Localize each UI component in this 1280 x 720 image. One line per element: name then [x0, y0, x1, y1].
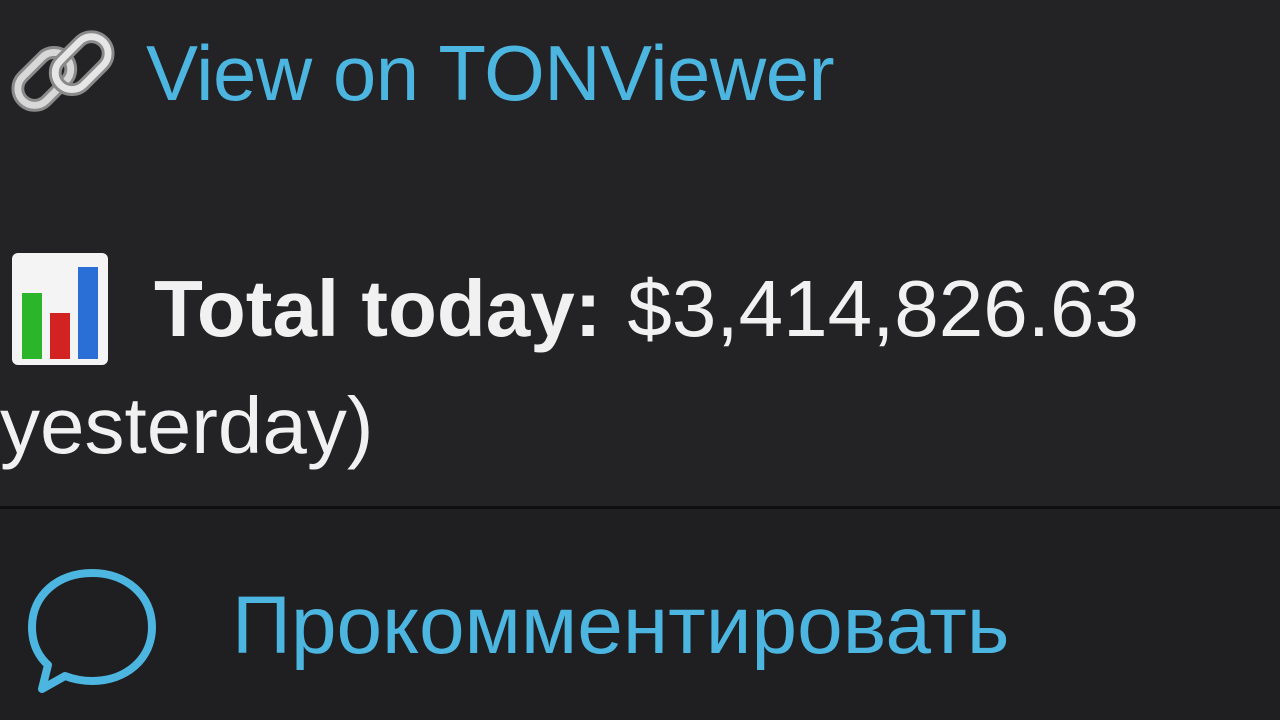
total-today-label: Total today: [154, 264, 602, 353]
comment-button-label[interactable]: Прокомментировать [232, 585, 1009, 667]
total-today-row: Total today: $3,414,826.63 [10, 250, 1139, 368]
bar-chart-icon [12, 253, 108, 365]
view-on-tonviewer-link[interactable]: View on TONViewer [146, 34, 835, 112]
telegram-message-screen: View on TONViewer Total today: $3,414,82… [0, 0, 1280, 720]
comment-button[interactable]: Прокомментировать [0, 509, 1280, 720]
message-bubble: View on TONViewer Total today: $3,414,82… [0, 0, 1280, 506]
wrapped-text-continuation: yesterday) [0, 381, 374, 470]
link-chain-icon [11, 30, 115, 112]
speech-bubble-icon [28, 569, 156, 693]
tonviewer-link-row[interactable]: View on TONViewer [4, 18, 835, 128]
total-today-value: $3,414,826.63 [627, 264, 1139, 353]
